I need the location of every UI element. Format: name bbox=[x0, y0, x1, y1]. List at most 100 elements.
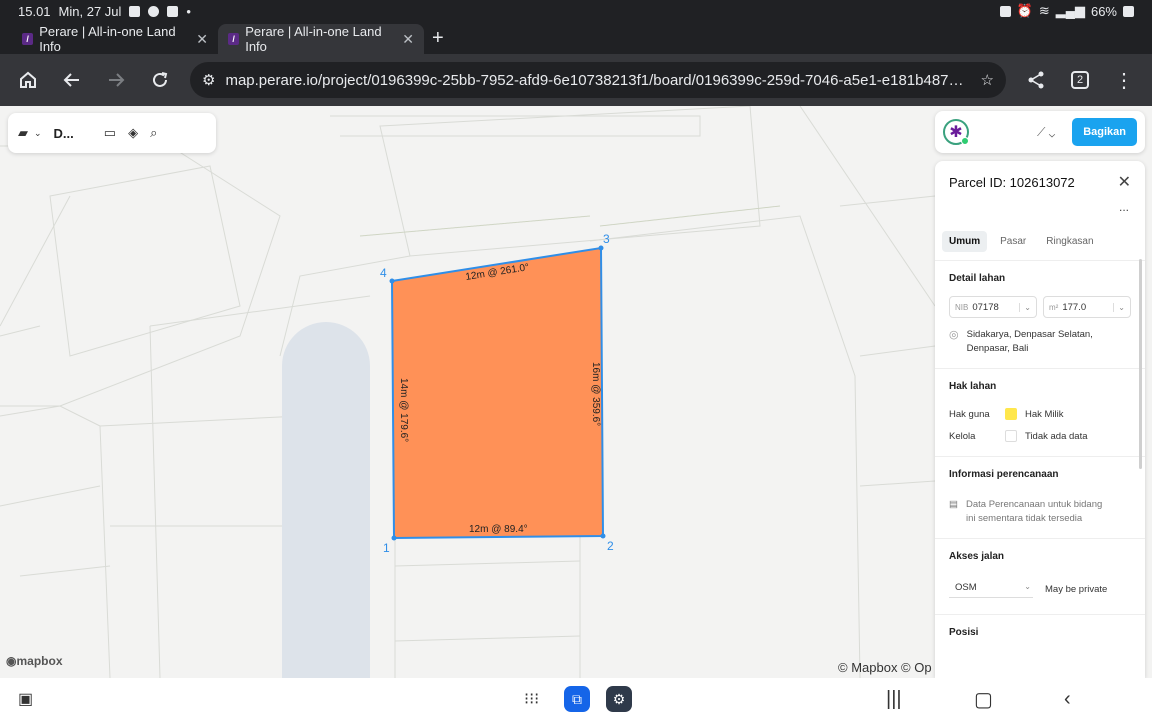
edge-label-bottom: 12m @ 89.4° bbox=[469, 524, 528, 535]
new-tab-plus-icon[interactable]: + bbox=[432, 27, 444, 50]
header-card: ✱ ⟋ ⌄ Bagikan bbox=[935, 111, 1145, 153]
home-button-icon[interactable]: ▢ bbox=[974, 686, 993, 712]
section-heading: Posisi bbox=[949, 627, 979, 638]
edge-label-left: 14m @ 179.6° bbox=[398, 378, 409, 442]
vertex-label-2: 2 bbox=[607, 539, 614, 553]
land-rights-section: Hak lahan Hak guna Hak Milik Kelola Tida… bbox=[935, 369, 1145, 457]
use-right-label: Hak guna bbox=[949, 408, 990, 420]
map-attribution[interactable]: © Mapbox © Op bbox=[838, 660, 932, 675]
location-pin-icon: ◎ bbox=[949, 329, 959, 341]
document-icon: ▤ bbox=[949, 499, 958, 510]
address-bar[interactable]: ⚙ map.perare.io/project/0196399c-25bb-79… bbox=[190, 62, 1006, 98]
app-drawer-icon[interactable]: ⁝⁝⁝ bbox=[524, 686, 539, 712]
planning-section: Informasi perencanaan ▤ Data Perencanaan… bbox=[935, 457, 1145, 539]
perare-favicon-icon: / bbox=[22, 33, 34, 45]
vertex-point[interactable] bbox=[391, 535, 397, 541]
status-bar: 15.01 Min, 27 Jul • ⏰ ≋ ▂▄▆ 66% bbox=[0, 0, 1152, 22]
signal-icon: ▂▄▆ bbox=[1055, 3, 1085, 18]
chevron-down-icon[interactable]: ⌄ bbox=[34, 128, 42, 139]
vertex-point[interactable] bbox=[600, 533, 606, 539]
panel-tabs: Umum Pasar Ringkasan bbox=[935, 217, 1145, 261]
share-button[interactable]: Bagikan bbox=[1072, 118, 1137, 146]
battery-level: 66% bbox=[1090, 3, 1117, 19]
whatsapp-icon bbox=[148, 5, 160, 17]
panel-scrollbar[interactable] bbox=[1139, 259, 1142, 469]
browser-tab-2[interactable]: / Perare | All-in-one Land Info ✕ bbox=[218, 24, 424, 54]
section-heading: Akses jalan bbox=[949, 551, 1005, 562]
notification-icon bbox=[129, 5, 141, 17]
position-section: Posisi bbox=[935, 615, 1145, 662]
vertex-point[interactable] bbox=[389, 278, 395, 284]
chevron-down-icon: ⌄ bbox=[1113, 302, 1125, 312]
wifi-icon: ≋ bbox=[1038, 3, 1050, 18]
recent-apps-icon[interactable]: ||| bbox=[886, 686, 902, 712]
browser-toolbar: ⚙ map.perare.io/project/0196399c-25bb-79… bbox=[0, 54, 1152, 106]
forward-arrow-icon[interactable] bbox=[96, 60, 136, 100]
parcel-title: Parcel ID: 102613072 bbox=[949, 174, 1075, 190]
online-status-dot bbox=[961, 137, 969, 145]
section-heading: Hak lahan bbox=[949, 381, 997, 392]
status-time: 15.01 bbox=[18, 3, 51, 19]
parcel-polygon[interactable] bbox=[390, 246, 605, 540]
more-notifications-icon: • bbox=[186, 3, 191, 19]
vertex-label-1: 1 bbox=[383, 541, 390, 555]
use-right-value: Hak Milik bbox=[1025, 408, 1064, 420]
tab-switcher-button[interactable]: 2 bbox=[1060, 60, 1100, 100]
overflow-menu-icon[interactable]: ⋮ bbox=[1104, 60, 1144, 100]
app-shortcut-1[interactable]: ⧉ bbox=[564, 686, 590, 712]
tab-title: Perare | All-in-one Land Info bbox=[245, 24, 382, 54]
system-nav-bar: ▣ ⁝⁝⁝ ⧉ ⚙ ||| ▢ ‹ bbox=[0, 678, 1152, 720]
close-icon[interactable]: ✕ bbox=[402, 31, 414, 48]
facebook-icon bbox=[167, 5, 179, 17]
book-icon[interactable]: ▭ bbox=[104, 125, 116, 141]
project-name[interactable]: D... bbox=[54, 126, 74, 141]
perare-logo-icon[interactable]: ▰ bbox=[18, 125, 28, 141]
app-shortcut-2[interactable]: ⚙ bbox=[606, 686, 632, 712]
reload-icon[interactable] bbox=[140, 60, 180, 100]
tab-umum[interactable]: Umum bbox=[942, 231, 988, 252]
bookmark-star-icon[interactable]: ☆ bbox=[981, 71, 994, 89]
tab-strip: / Perare | All-in-one Land Info ✕ / Pera… bbox=[0, 22, 1152, 54]
access-note: May be private bbox=[1045, 583, 1108, 595]
avatar[interactable]: ✱ bbox=[943, 119, 969, 145]
screen-icon[interactable]: ▣ bbox=[18, 686, 33, 712]
back-icon[interactable]: ‹ bbox=[1064, 686, 1071, 712]
road-access-section: Akses jalan OSM ⌄ May be private bbox=[935, 539, 1145, 615]
chevron-down-icon: ⌄ bbox=[1024, 582, 1031, 591]
use-right-swatch bbox=[1005, 408, 1017, 420]
manage-label: Kelola bbox=[949, 430, 976, 442]
status-date: Min, 27 Jul bbox=[58, 3, 122, 19]
parcel-panel: Parcel ID: 102613072 ✕ ... Umum Pasar Ri… bbox=[935, 161, 1145, 678]
chevron-down-icon: ⌄ bbox=[1019, 302, 1031, 312]
share-icon[interactable] bbox=[1016, 60, 1056, 100]
mapbox-logo: ◉mapbox bbox=[6, 654, 63, 668]
manage-swatch bbox=[1005, 430, 1017, 442]
back-arrow-icon[interactable] bbox=[52, 60, 92, 100]
access-source-select[interactable]: OSM ⌄ bbox=[949, 580, 1033, 598]
vertex-point[interactable] bbox=[598, 245, 604, 251]
section-heading: Informasi perencanaan bbox=[949, 469, 1059, 480]
settings-icon: ⚙ bbox=[606, 686, 632, 712]
app-icon: ⧉ bbox=[564, 686, 590, 712]
edge-label-right: 16m @ 359.6° bbox=[590, 362, 601, 426]
close-icon[interactable]: ✕ bbox=[196, 31, 208, 48]
tab-pasar[interactable]: Pasar bbox=[993, 231, 1033, 252]
search-icon[interactable]: ⌕ bbox=[150, 125, 157, 141]
layers-icon[interactable]: ◈ bbox=[128, 125, 138, 141]
vertex-label-3: 3 bbox=[603, 232, 610, 246]
site-settings-icon[interactable]: ⚙ bbox=[202, 71, 215, 89]
perare-favicon-icon: / bbox=[228, 33, 240, 45]
collaboration-icon[interactable]: ⟋ ⌄ bbox=[1037, 125, 1055, 140]
nib-select[interactable]: NIB 07178 ⌄ bbox=[949, 296, 1037, 318]
more-options-icon[interactable]: ... bbox=[935, 201, 1145, 217]
vertex-label-4: 4 bbox=[380, 266, 387, 280]
browser-tab-1[interactable]: / Perare | All-in-one Land Info ✕ bbox=[12, 24, 218, 54]
tab-title: Perare | All-in-one Land Info bbox=[39, 24, 176, 54]
url-text: map.perare.io/project/0196399c-25bb-7952… bbox=[225, 71, 971, 89]
area-select[interactable]: m² 177.0 ⌄ bbox=[1043, 296, 1131, 318]
close-icon[interactable]: ✕ bbox=[1118, 172, 1131, 192]
home-icon[interactable] bbox=[8, 60, 48, 100]
tab-ringkasan[interactable]: Ringkasan bbox=[1039, 231, 1100, 252]
tab-count: 2 bbox=[1071, 71, 1089, 89]
land-detail-section: Detail lahan NIB 07178 ⌄ m² 177.0 ⌄ ◎ Si… bbox=[935, 261, 1145, 369]
